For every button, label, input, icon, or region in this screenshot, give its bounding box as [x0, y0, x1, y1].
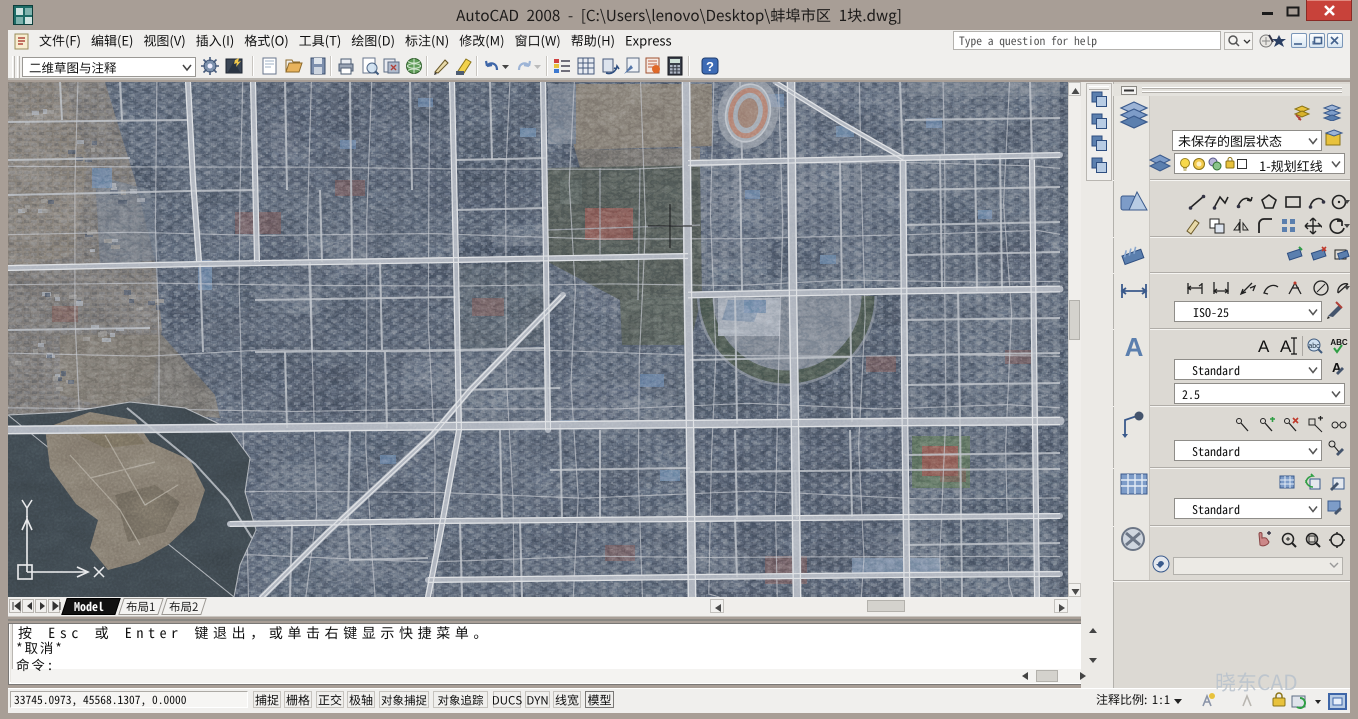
svg-text:ABC: ABC: [1330, 338, 1348, 347]
svg-text:?: ?: [706, 59, 714, 74]
svg-text:A: A: [1125, 332, 1144, 362]
